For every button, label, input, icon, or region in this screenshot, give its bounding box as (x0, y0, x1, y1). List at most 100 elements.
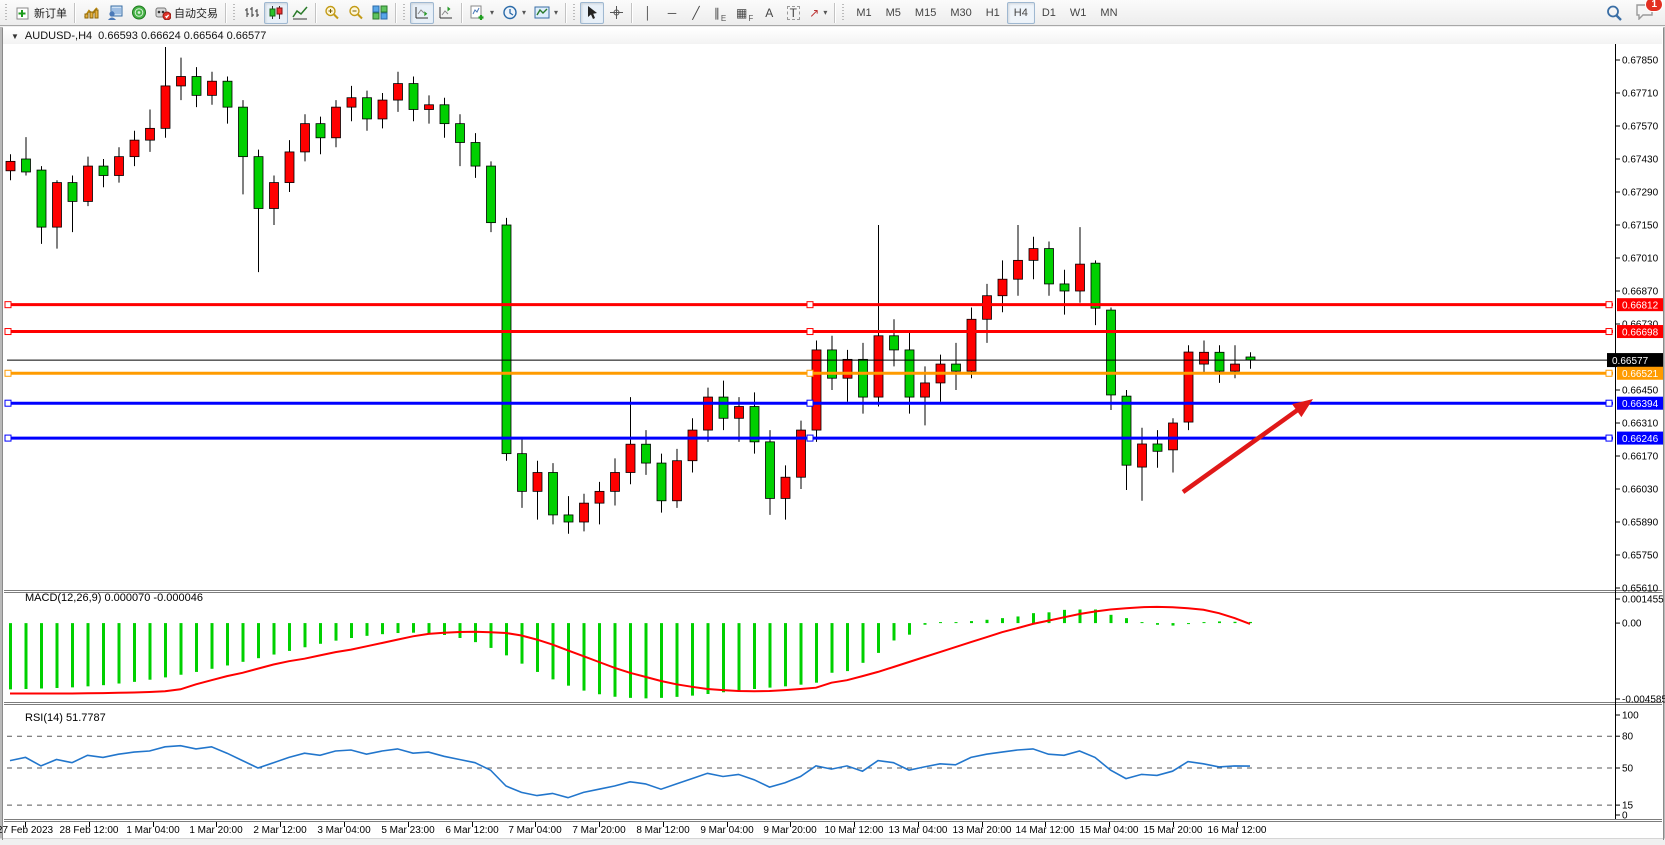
candle-body[interactable] (1060, 284, 1069, 291)
candle-body[interactable] (409, 84, 418, 110)
crosshair-tool-button[interactable] (604, 2, 628, 24)
date-axis-label[interactable]: 6 Mar 12:00 (445, 825, 499, 836)
candle-body[interactable] (952, 364, 961, 371)
candle-body[interactable] (115, 157, 124, 176)
date-axis-label[interactable]: 7 Mar 04:00 (508, 825, 562, 836)
market-watch-button[interactable] (79, 2, 103, 24)
candle-body[interactable] (177, 77, 186, 86)
line-handle[interactable] (5, 302, 11, 308)
date-axis-label[interactable]: 13 Mar 20:00 (953, 825, 1012, 836)
candle-body[interactable] (518, 454, 527, 492)
candle-body[interactable] (363, 98, 372, 119)
line-handle[interactable] (1606, 370, 1612, 376)
line-handle[interactable] (807, 400, 813, 406)
text-tool-button[interactable]: A (757, 2, 781, 24)
candle-body[interactable] (22, 159, 31, 172)
line-handle[interactable] (1606, 329, 1612, 335)
templates-button[interactable]: ▾ (530, 2, 562, 24)
candle-body[interactable] (1091, 263, 1100, 308)
candle-body[interactable] (1122, 396, 1131, 465)
line-chart-mode-button[interactable] (288, 2, 312, 24)
date-axis-label[interactable]: 2 Mar 12:00 (253, 825, 307, 836)
candle-body[interactable] (68, 183, 77, 202)
candle-body[interactable] (983, 296, 992, 320)
candle-body[interactable] (301, 124, 310, 152)
candle-body[interactable] (456, 124, 465, 143)
periods-button[interactable]: ▾ (498, 2, 530, 24)
candlestick-mode-button[interactable] (264, 2, 288, 24)
annotation-arrow-shaft[interactable] (1183, 406, 1303, 492)
date-axis-label[interactable]: 14 Mar 12:00 (1016, 825, 1075, 836)
chart-canvas[interactable]: 0.678500.677100.675700.674300.672900.671… (0, 0, 1665, 844)
zoom-in-button[interactable] (320, 2, 344, 24)
candle-body[interactable] (1231, 364, 1240, 371)
line-handle[interactable] (5, 435, 11, 441)
fibonacci-tool-button[interactable]: ▦ F (732, 2, 757, 24)
candle-body[interactable] (316, 124, 325, 138)
date-axis-label[interactable]: 13 Mar 04:00 (889, 825, 948, 836)
cursor-tool-button[interactable] (580, 2, 604, 24)
candle-body[interactable] (471, 143, 480, 167)
candle-body[interactable] (549, 473, 558, 515)
date-axis-label[interactable]: 7 Mar 20:00 (572, 825, 626, 836)
candle-body[interactable] (53, 183, 62, 228)
line-handle[interactable] (5, 400, 11, 406)
candle-body[interactable] (735, 407, 744, 419)
new-order-button[interactable]: 新订单 (12, 2, 71, 24)
candle-body[interactable] (487, 166, 496, 223)
candle-body[interactable] (99, 166, 108, 175)
candle-body[interactable] (223, 81, 232, 107)
candle-body[interactable] (394, 84, 403, 101)
candle-body[interactable] (37, 170, 46, 227)
chart-shift-button[interactable] (434, 2, 458, 24)
candle-body[interactable] (719, 397, 728, 418)
date-axis-label[interactable]: 15 Mar 04:00 (1080, 825, 1139, 836)
date-axis-label[interactable]: 9 Mar 04:00 (700, 825, 754, 836)
candle-body[interactable] (843, 359, 852, 378)
date-axis-label[interactable]: 10 Mar 12:00 (825, 825, 884, 836)
candle-body[interactable] (208, 81, 217, 95)
timeframe-m30-button[interactable]: M30 (943, 2, 978, 24)
candle-body[interactable] (347, 98, 356, 107)
bar-chart-mode-button[interactable] (240, 2, 264, 24)
candle-body[interactable] (657, 463, 666, 501)
timeframe-m1-button[interactable]: M1 (849, 2, 878, 24)
candle-body[interactable] (611, 473, 620, 492)
candle-body[interactable] (1029, 249, 1038, 261)
date-axis-label[interactable]: 15 Mar 20:00 (1144, 825, 1203, 836)
candle-body[interactable] (270, 183, 279, 209)
date-axis-label[interactable]: 1 Mar 20:00 (189, 825, 243, 836)
date-axis-label[interactable]: 16 Mar 12:00 (1208, 825, 1267, 836)
date-axis-label[interactable]: 5 Mar 23:00 (381, 825, 435, 836)
candle-body[interactable] (921, 383, 930, 397)
timeframe-m15-button[interactable]: M15 (908, 2, 943, 24)
search-button[interactable] (1602, 2, 1627, 24)
candle-body[interactable] (1169, 423, 1178, 450)
candle-body[interactable] (440, 105, 449, 124)
label-tool-button[interactable]: T (781, 2, 805, 24)
line-handle[interactable] (807, 370, 813, 376)
candle-body[interactable] (595, 491, 604, 503)
candle-body[interactable] (285, 152, 294, 183)
candle-body[interactable] (642, 444, 651, 463)
candle-body[interactable] (1184, 352, 1193, 422)
timeframe-m5-button[interactable]: M5 (879, 2, 908, 24)
channel-tool-button[interactable]: ∥ E (708, 2, 732, 24)
candle-body[interactable] (673, 461, 682, 501)
candle-body[interactable] (766, 442, 775, 499)
date-axis-label[interactable]: 28 Feb 12:00 (60, 825, 119, 836)
candle-body[interactable] (1153, 444, 1162, 451)
candle-body[interactable] (254, 157, 263, 209)
candle-body[interactable] (750, 407, 759, 442)
auto-scroll-button[interactable] (410, 2, 434, 24)
timeframe-h4-button[interactable]: H4 (1007, 2, 1035, 24)
candle-body[interactable] (564, 515, 573, 522)
candle-body[interactable] (1014, 260, 1023, 279)
line-handle[interactable] (1606, 302, 1612, 308)
autotrade-button[interactable]: 自动交易 (151, 2, 222, 24)
candle-body[interactable] (6, 161, 15, 170)
candle-body[interactable] (1076, 264, 1085, 291)
indicators-button[interactable]: ▾ (466, 2, 498, 24)
notifications-button[interactable]: 1 (1635, 3, 1655, 23)
timeframe-mn-button[interactable]: MN (1093, 2, 1124, 24)
